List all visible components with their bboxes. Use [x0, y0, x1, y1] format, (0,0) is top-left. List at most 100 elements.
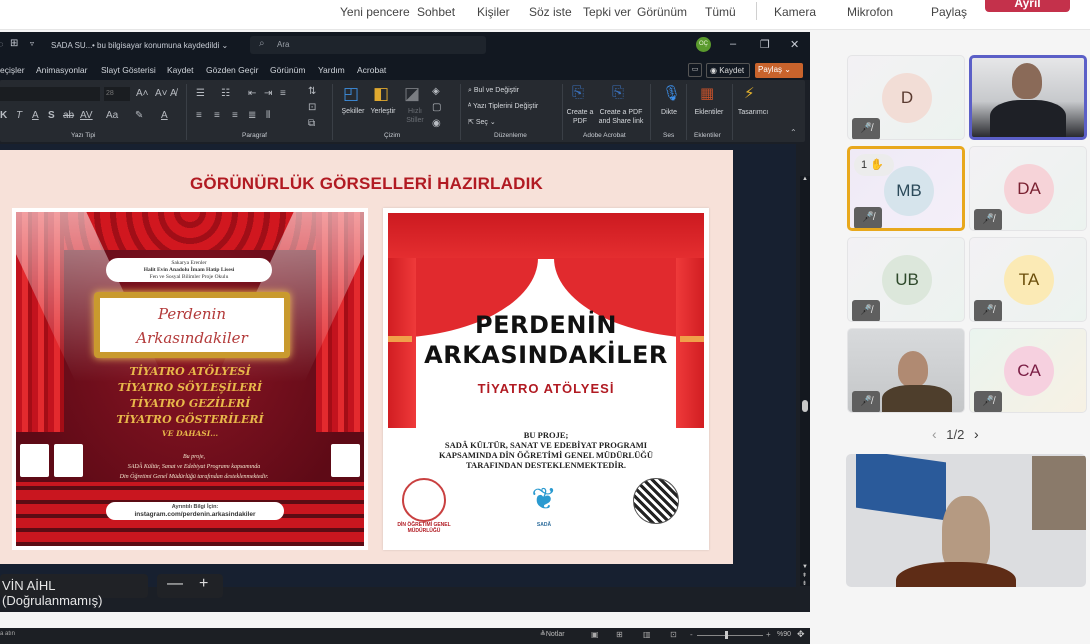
- shadow-icon[interactable]: S: [48, 110, 55, 121]
- participant-tile[interactable]: UB 🎤̸: [847, 237, 965, 322]
- next-slide-icon[interactable]: ⇟: [802, 580, 807, 587]
- change-case-icon[interactable]: Aa: [106, 110, 118, 121]
- smartart-icon[interactable]: ⧉: [308, 118, 315, 129]
- tab-transitions[interactable]: eçişler: [0, 65, 25, 75]
- react-button[interactable]: Tepki ver: [583, 5, 631, 19]
- zoom-out-icon[interactable]: -: [690, 630, 693, 639]
- collapse-ribbon-icon[interactable]: ⌃: [790, 128, 797, 137]
- align-text-icon[interactable]: ⊡: [308, 102, 316, 113]
- camera-button[interactable]: Kamera: [774, 5, 816, 19]
- prev-page-icon[interactable]: ‹: [932, 426, 937, 442]
- user-avatar[interactable]: OÇ: [696, 37, 711, 52]
- tab-slideshow[interactable]: Slayt Gösterisi: [101, 65, 156, 75]
- people-button[interactable]: Kişiler: [477, 5, 510, 19]
- normal-view-icon[interactable]: ▣: [591, 630, 599, 639]
- minimize-icon[interactable]: –: [730, 38, 736, 50]
- designer-button[interactable]: Tasarımcı: [734, 108, 772, 117]
- self-video-preview[interactable]: [846, 454, 1086, 587]
- zoom-slider-thumb[interactable]: [725, 631, 728, 639]
- shape-fill-icon[interactable]: ◈: [432, 86, 440, 97]
- quick-styles-icon[interactable]: ◪: [404, 84, 420, 104]
- share-screen-button[interactable]: Paylaş: [931, 5, 967, 19]
- comments-button[interactable]: ▭: [688, 63, 702, 77]
- save-status[interactable]: • bu bilgisayar konumuna kaydedildi ⌄: [92, 41, 228, 50]
- participant-tile-active-speaker[interactable]: [969, 55, 1087, 140]
- leave-button[interactable]: Ayrıl: [985, 0, 1070, 12]
- fit-to-window-icon[interactable]: ✥: [797, 629, 805, 640]
- create-pdf-share-button[interactable]: Create a PDF and Share link: [596, 108, 646, 126]
- numbering-icon[interactable]: ☷: [221, 88, 230, 99]
- notes-button[interactable]: ≜Notlar: [540, 630, 565, 638]
- microphone-icon[interactable]: 🎙: [662, 84, 681, 102]
- underline-icon[interactable]: A: [32, 110, 39, 121]
- strikethrough-icon[interactable]: ab: [63, 110, 74, 121]
- columns-icon[interactable]: ⫴: [266, 110, 270, 121]
- next-page-icon[interactable]: ›: [974, 426, 979, 442]
- microphone-button[interactable]: Mikrofon: [847, 5, 893, 19]
- vertical-scrollbar[interactable]: ▲ ▼ ⇞ ⇟: [800, 176, 810, 587]
- scroll-down-icon[interactable]: ▼: [802, 564, 808, 570]
- tab-help[interactable]: Yardım: [318, 65, 345, 75]
- tab-animations[interactable]: Animasyonlar: [36, 65, 88, 75]
- zoom-in-icon[interactable]: +: [766, 630, 771, 639]
- clear-format-icon[interactable]: A̸: [170, 88, 177, 99]
- align-right-icon[interactable]: ≡: [232, 110, 238, 121]
- bold-icon[interactable]: K: [0, 110, 7, 121]
- align-center-icon[interactable]: ≡: [214, 110, 220, 121]
- slide[interactable]: GÖRÜNÜRLÜK GÖRSELLERİ HAZIRLADIK Sakarya…: [0, 150, 733, 564]
- present-icon[interactable]: ⊞: [10, 38, 18, 49]
- select-button[interactable]: ⇱ Seç ⌄: [468, 118, 528, 127]
- more-button[interactable]: Tümü: [705, 5, 736, 19]
- bullets-icon[interactable]: ☰: [196, 88, 205, 99]
- participant-tile[interactable]: 🎤̸: [847, 328, 965, 413]
- designer-icon[interactable]: ⚡: [744, 84, 755, 102]
- font-size-field[interactable]: 28: [104, 87, 130, 101]
- replace-fonts-button[interactable]: ᴬ Yazı Tiplerini Değiştir: [468, 102, 558, 111]
- prev-slide-icon[interactable]: ⇞: [802, 572, 807, 579]
- shape-effects-icon[interactable]: ◉: [432, 118, 441, 129]
- highlight-icon[interactable]: ✎: [135, 110, 143, 121]
- shapes-icon[interactable]: ◰: [343, 84, 359, 104]
- share-button[interactable]: Paylaş ⌄: [755, 63, 803, 78]
- participant-tile[interactable]: TA 🎤̸: [969, 237, 1087, 322]
- zoom-out-button[interactable]: —: [167, 575, 183, 593]
- italic-icon[interactable]: T: [16, 110, 22, 121]
- font-name-field[interactable]: [0, 87, 100, 101]
- new-window-button[interactable]: Yeni pencere: [340, 5, 410, 19]
- tab-review[interactable]: Gözden Geçir: [206, 65, 258, 75]
- participant-tile[interactable]: D 🎤̸: [847, 55, 965, 140]
- shrink-font-icon[interactable]: A˅: [155, 88, 168, 99]
- quick-styles-button[interactable]: Hızlı Stiller: [400, 107, 430, 125]
- scroll-thumb[interactable]: [802, 400, 808, 412]
- find-replace-button[interactable]: ⌕ Bul ve Değiştir: [468, 86, 558, 95]
- zoom-slider[interactable]: [697, 635, 763, 636]
- shape-outline-icon[interactable]: ▢: [432, 102, 441, 113]
- zoom-in-button[interactable]: +: [199, 575, 208, 593]
- tab-view[interactable]: Görünüm: [270, 65, 305, 75]
- scroll-up-icon[interactable]: ▲: [802, 176, 808, 182]
- line-spacing-icon[interactable]: ≡: [280, 88, 286, 99]
- text-direction-icon[interactable]: ⇅: [308, 86, 316, 97]
- align-left-icon[interactable]: ≡: [196, 110, 202, 121]
- dictate-button[interactable]: Dikte: [656, 108, 682, 117]
- participant-tile[interactable]: CA 🎤̸: [969, 328, 1087, 413]
- char-spacing-icon[interactable]: AV: [80, 110, 93, 121]
- arrange-icon[interactable]: ◧: [373, 84, 389, 104]
- addins-icon[interactable]: ▦: [700, 84, 714, 102]
- slideshow-icon[interactable]: ⊡: [670, 630, 677, 639]
- justify-icon[interactable]: ≣: [248, 110, 256, 121]
- raise-hand-button[interactable]: Söz iste: [529, 5, 572, 19]
- decrease-indent-icon[interactable]: ⇤: [248, 88, 256, 99]
- participant-tile[interactable]: DA 🎤̸: [969, 146, 1087, 231]
- reading-view-icon[interactable]: ▥: [643, 630, 651, 639]
- grow-font-icon[interactable]: A˄: [136, 88, 149, 99]
- font-color-icon[interactable]: A: [161, 110, 168, 121]
- tab-record[interactable]: Kaydet: [167, 65, 193, 75]
- slide-sorter-icon[interactable]: ⊞: [616, 630, 623, 639]
- arrange-button[interactable]: Yerleştir: [367, 107, 399, 116]
- increase-indent-icon[interactable]: ⇥: [264, 88, 272, 99]
- view-button[interactable]: Görünüm: [637, 5, 687, 19]
- close-icon[interactable]: ✕: [790, 38, 799, 51]
- tab-acrobat[interactable]: Acrobat: [357, 65, 386, 75]
- participant-tile-hand-raised[interactable]: MB 1 ✋ 🎤̸: [847, 146, 965, 231]
